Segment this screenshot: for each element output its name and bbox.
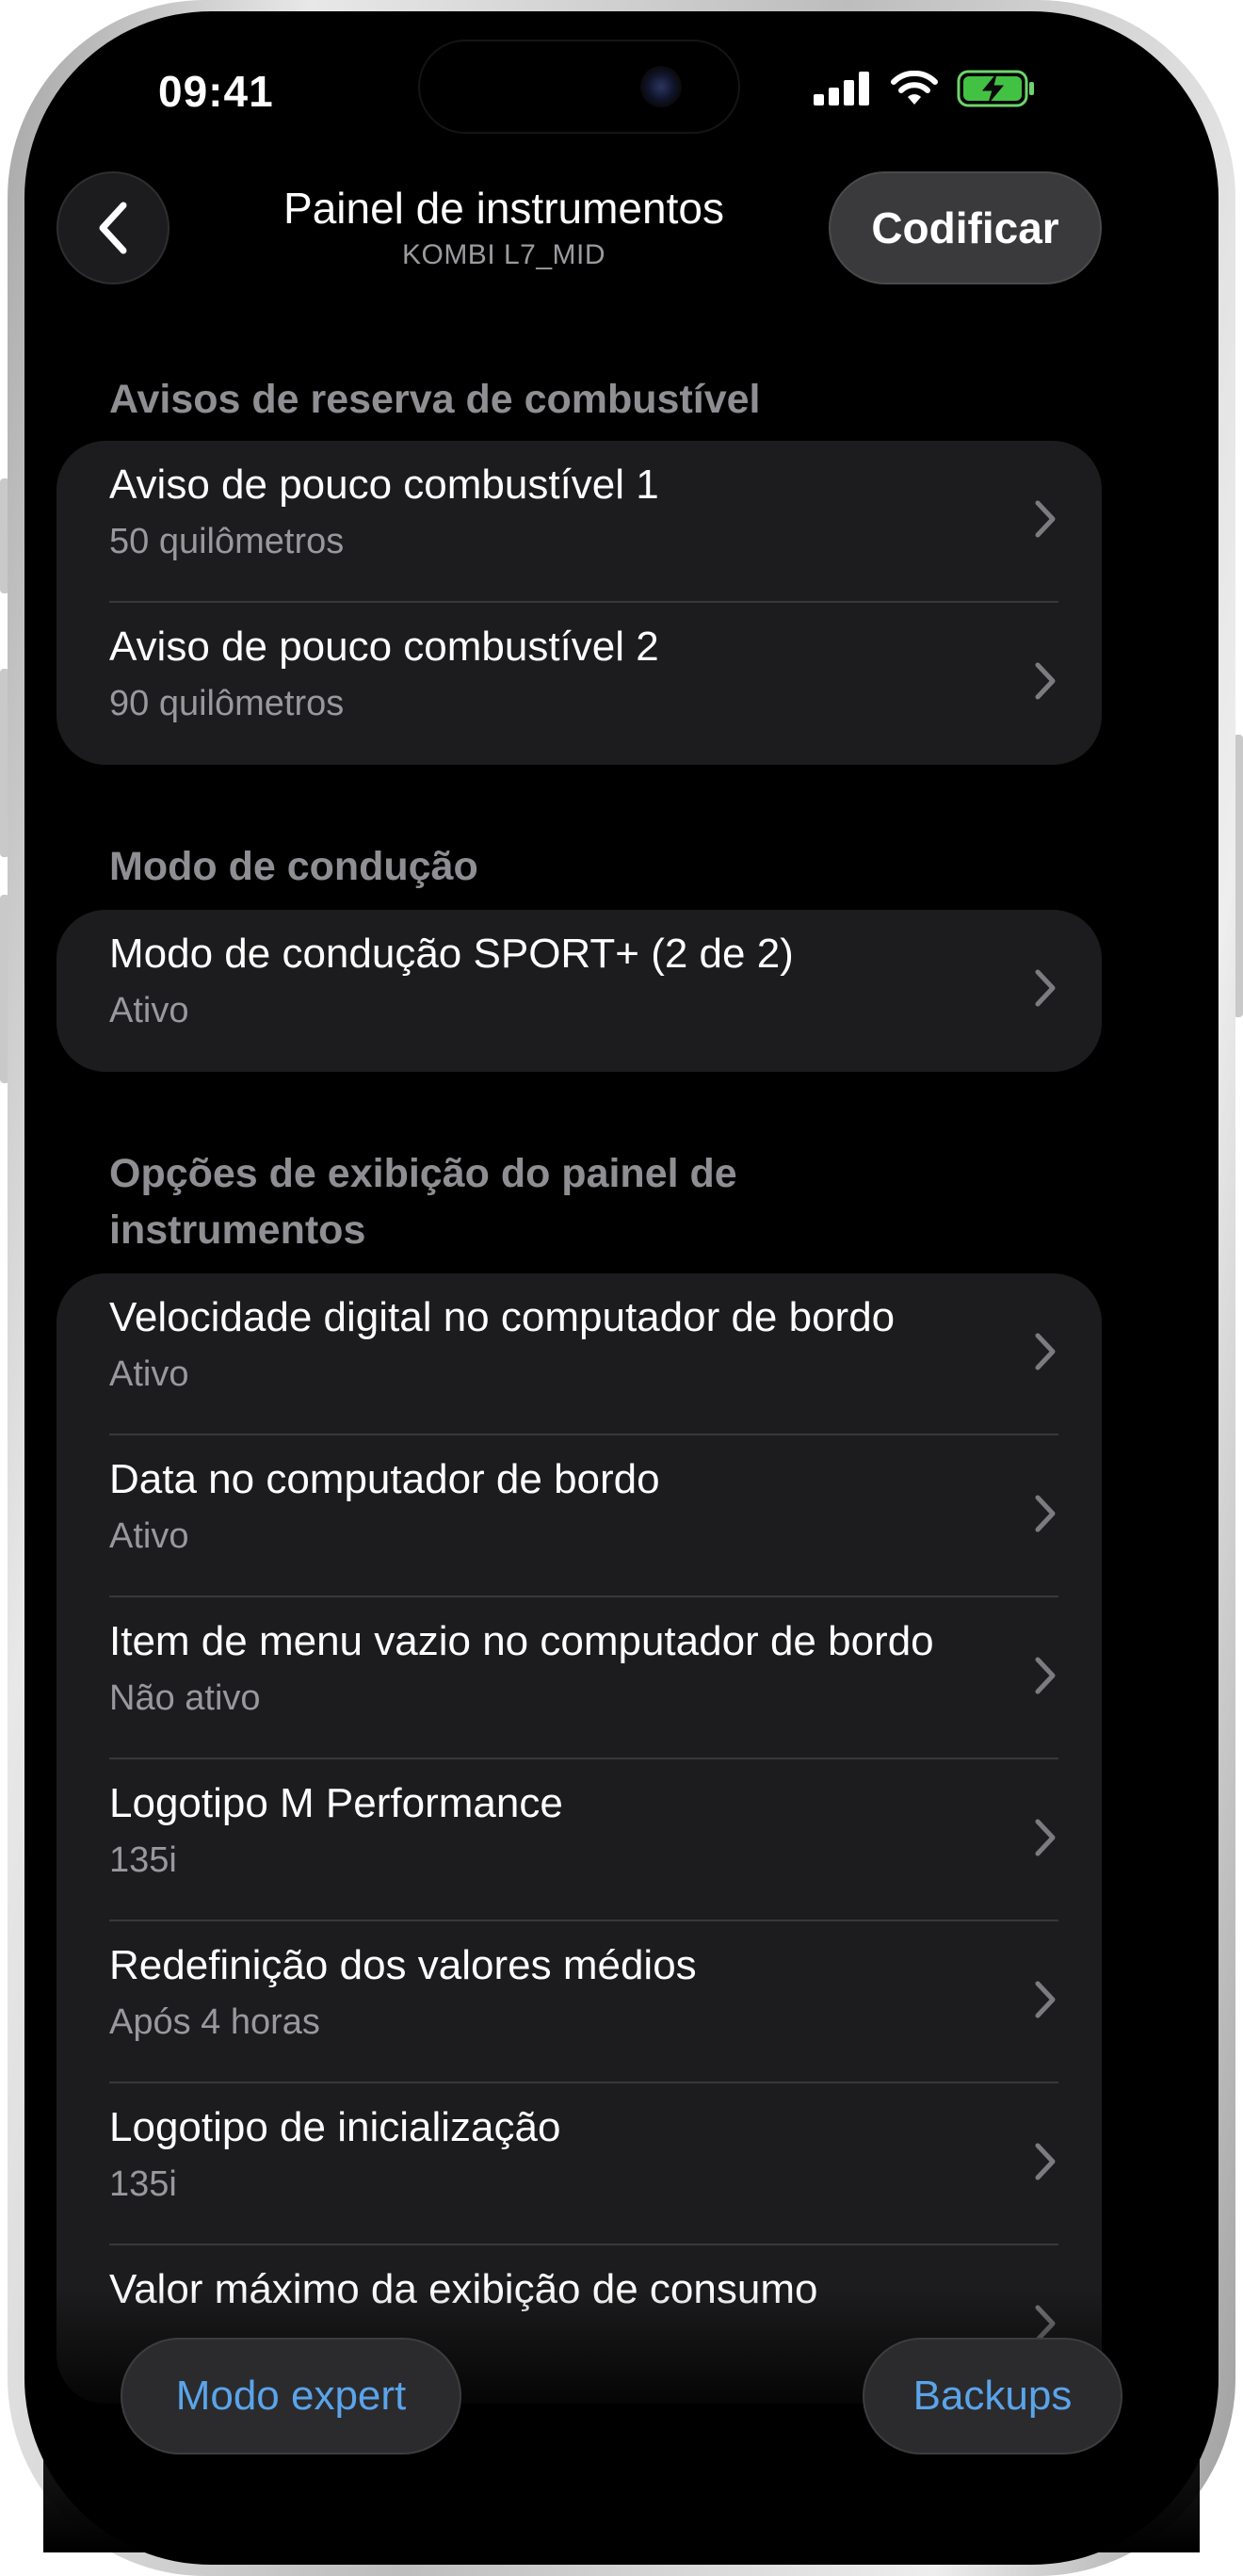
- list-item[interactable]: Modo de condução SPORT+ (2 de 2) Ativo: [56, 910, 1102, 1072]
- row-value: 90 quilômetros: [109, 684, 345, 723]
- row-title: Item de menu vazio no computador de bord…: [109, 1618, 934, 1664]
- settings-group-driving-mode: Modo de condução SPORT+ (2 de 2) Ativo: [56, 910, 1102, 1072]
- row-value: Após 4 horas: [109, 2002, 320, 2042]
- row-title: Logotipo M Performance: [109, 1780, 563, 1826]
- backups-button[interactable]: Backups: [863, 2338, 1122, 2454]
- list-item[interactable]: Data no computador de bordo Ativo: [56, 1435, 1102, 1597]
- chevron-right-icon: [1035, 1495, 1056, 1532]
- row-value: Ativo: [109, 1354, 189, 1394]
- row-title: Modo de condução SPORT+ (2 de 2): [109, 931, 794, 977]
- cellular-signal-icon: [814, 72, 869, 105]
- row-title: Redefinição dos valores médios: [109, 1942, 697, 1988]
- chevron-right-icon: [1035, 500, 1056, 538]
- section-header-line: Opções de exibição do painel de: [109, 1151, 737, 1196]
- row-title: Data no computador de bordo: [109, 1456, 660, 1502]
- code-button[interactable]: Codificar: [829, 171, 1102, 284]
- list-item[interactable]: Item de menu vazio no computador de bord…: [56, 1597, 1102, 1759]
- chevron-left-icon: [99, 202, 127, 254]
- expert-mode-button[interactable]: Modo expert: [121, 2338, 461, 2454]
- chevron-right-icon: [1035, 1819, 1056, 1856]
- row-title: Logotipo de inicialização: [109, 2104, 561, 2150]
- row-title: Aviso de pouco combustível 2: [109, 624, 659, 670]
- list-item[interactable]: Velocidade digital no computador de bord…: [56, 1273, 1102, 1435]
- status-time: 09:41: [158, 67, 274, 116]
- row-value: 135i: [109, 2164, 177, 2204]
- chevron-right-icon: [1035, 1333, 1056, 1370]
- row-value: Ativo: [109, 991, 189, 1030]
- wifi-icon: [891, 71, 938, 105]
- row-value: Não ativo: [109, 1678, 261, 1718]
- list-item[interactable]: Aviso de pouco combustível 1 50 quilômet…: [56, 441, 1102, 603]
- settings-group-display-options: Velocidade digital no computador de bord…: [56, 1273, 1102, 2404]
- list-item[interactable]: Logotipo M Performance 135i: [56, 1759, 1102, 1921]
- list-item[interactable]: Logotipo de inicialização 135i: [56, 2083, 1102, 2245]
- section-header-line: instrumentos: [109, 1207, 366, 1253]
- chevron-right-icon: [1035, 1981, 1056, 2018]
- section-header-fuel-warnings: Avisos de reserva de combustível: [109, 377, 761, 422]
- settings-group-fuel-warnings: Aviso de pouco combustível 1 50 quilômet…: [56, 441, 1102, 765]
- status-icons: [814, 70, 1036, 107]
- section-header-driving-mode: Modo de condução: [109, 844, 478, 889]
- chevron-right-icon: [1035, 1657, 1056, 1694]
- section-header-display-options: Opções de exibição do painel de instrume…: [109, 1145, 1032, 1258]
- row-title: Aviso de pouco combustível 1: [109, 462, 659, 508]
- front-camera: [640, 66, 682, 107]
- chevron-right-icon: [1035, 969, 1056, 1007]
- dynamic-island: [418, 40, 740, 134]
- page-subtitle: KOMBI L7_MID: [401, 239, 606, 270]
- battery-charging-icon: [957, 70, 1034, 107]
- row-value: 50 quilômetros: [109, 522, 345, 561]
- list-item[interactable]: Redefinição dos valores médios Após 4 ho…: [56, 1921, 1102, 2083]
- row-value: Ativo: [109, 1516, 189, 1556]
- chevron-right-icon: [1035, 2143, 1056, 2180]
- chevron-right-icon: [1035, 662, 1056, 700]
- row-title: Velocidade digital no computador de bord…: [109, 1294, 896, 1340]
- back-button[interactable]: [56, 171, 170, 284]
- list-item[interactable]: Aviso de pouco combustível 2 90 quilômet…: [56, 603, 1102, 765]
- row-value: 135i: [109, 1840, 177, 1880]
- page-title: Painel de instrumentos: [283, 184, 724, 233]
